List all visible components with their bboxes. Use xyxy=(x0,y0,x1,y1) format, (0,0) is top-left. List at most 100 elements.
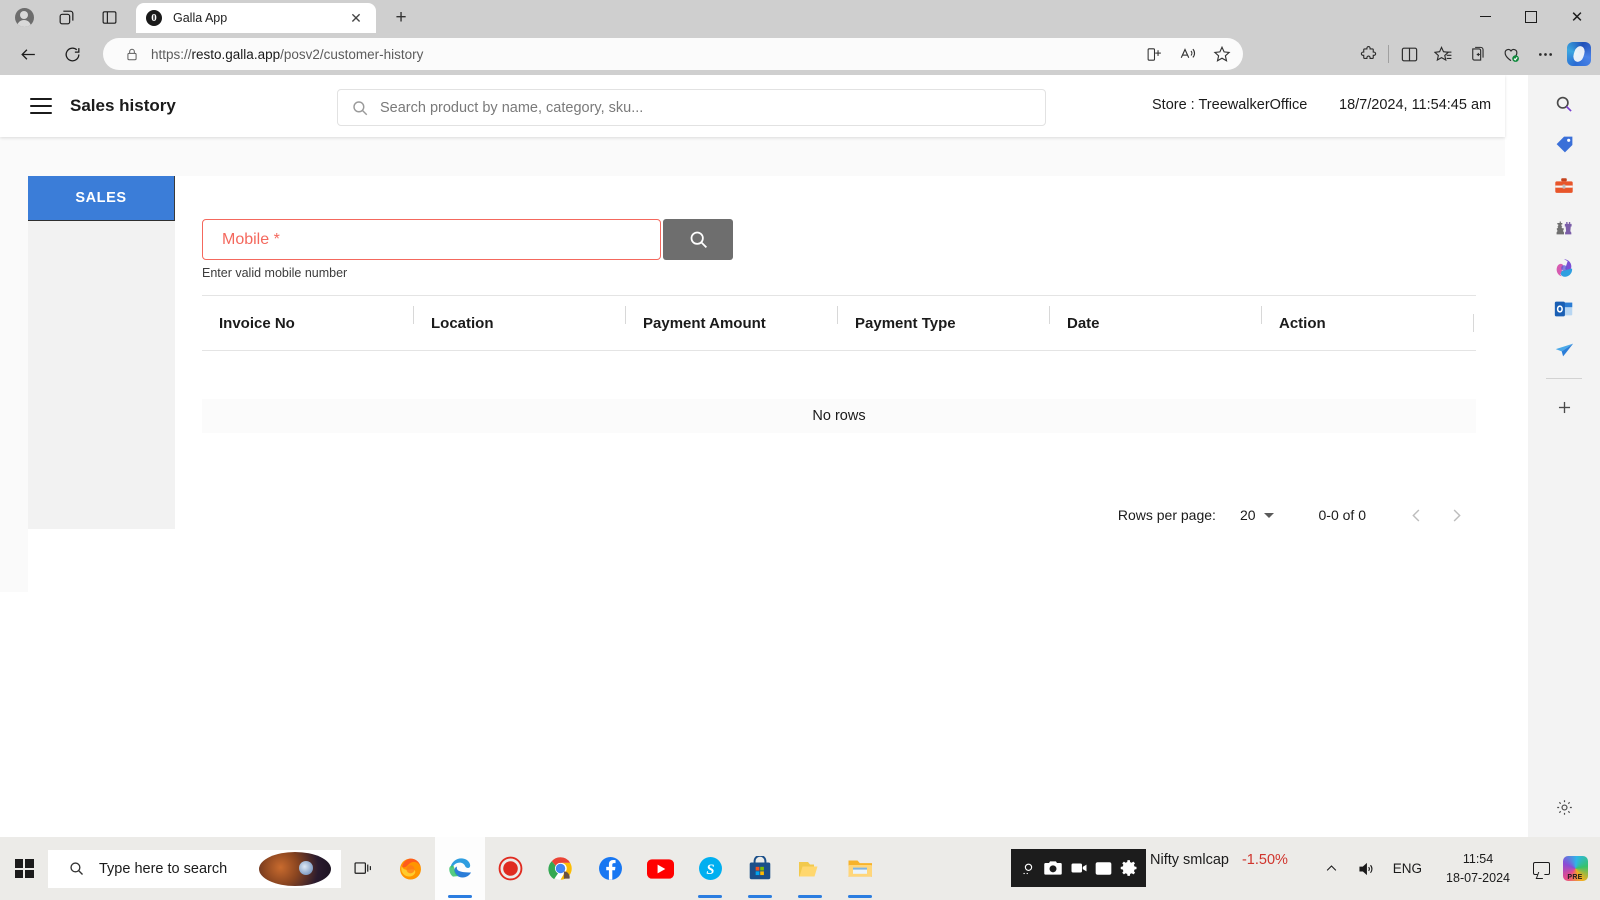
add-icon[interactable] xyxy=(1528,387,1600,428)
product-search-placeholder: Search product by name, category, sku... xyxy=(380,99,644,116)
taskbar-app-skype[interactable]: S xyxy=(685,837,735,900)
active-indicator xyxy=(798,895,822,898)
back-button[interactable] xyxy=(14,40,42,68)
search-icon xyxy=(351,99,369,117)
page-title: Sales history xyxy=(70,96,176,115)
browser-window: 0 Galla App ✕ + ✕ https://resto.galla.ap… xyxy=(0,0,1600,837)
search-icon[interactable] xyxy=(1528,83,1600,124)
clock-time: 11:54 xyxy=(1462,852,1494,867)
gear-icon[interactable] xyxy=(1118,855,1140,881)
split-screen-add-icon[interactable] xyxy=(1139,41,1169,67)
chevron-up-icon[interactable] xyxy=(1315,837,1349,900)
tab-search-icon[interactable] xyxy=(52,4,80,30)
new-tab-button[interactable]: + xyxy=(388,6,414,30)
ticker-change: -1.50% xyxy=(1241,852,1288,868)
collections-star-icon[interactable] xyxy=(1426,39,1460,69)
paper-plane-icon[interactable] xyxy=(1528,329,1600,370)
mobile-search-button[interactable] xyxy=(663,219,733,260)
address-bar[interactable]: https://resto.galla.app/posv2/customer-h… xyxy=(103,38,1243,70)
reload-button[interactable] xyxy=(58,40,86,68)
galla-favicon-icon: 0 xyxy=(146,10,162,26)
search-icon xyxy=(68,860,85,877)
mobile-input[interactable]: Mobile * xyxy=(202,219,661,260)
content-card: SALES Mobile * Enter valid mobile number xyxy=(28,176,1505,592)
taskbar-app-facebook[interactable] xyxy=(585,837,635,900)
previous-page-button[interactable] xyxy=(1396,495,1436,535)
screen-recorder-toolbar[interactable] xyxy=(1011,849,1146,887)
page-viewport: Sales history Search product by name, ca… xyxy=(0,75,1528,837)
tab-title: Galla App xyxy=(173,11,228,25)
taskbar-app-chrome[interactable] xyxy=(535,837,585,900)
settings-more-icon[interactable] xyxy=(1528,39,1562,69)
shopping-tag-icon[interactable] xyxy=(1528,124,1600,165)
column-header-invoice-no: Invoice No xyxy=(219,314,295,332)
main-panel: Mobile * Enter valid mobile number Invoi… xyxy=(175,176,1505,592)
sales-table: Invoice No Location Payment Amount Payme… xyxy=(202,295,1476,433)
browser-essentials-icon[interactable] xyxy=(1494,39,1528,69)
product-search-input[interactable]: Search product by name, category, sku... xyxy=(337,89,1046,126)
taskbar-search-input[interactable]: Type here to search xyxy=(48,849,341,888)
notification-icon[interactable] xyxy=(1524,837,1558,900)
taskbar-app-screen-recorder[interactable] xyxy=(485,837,535,900)
tools-toolbox-icon[interactable] xyxy=(1528,165,1600,206)
store-label: Store : TreewalkerOffice xyxy=(1152,97,1308,113)
extensions-icon[interactable] xyxy=(1351,39,1385,69)
taskbar-app-firefox[interactable] xyxy=(385,837,435,900)
table-header-row: Invoice No Location Payment Amount Payme… xyxy=(202,295,1476,351)
sidebar-item-sales[interactable]: SALES xyxy=(28,176,175,221)
window-controls: ✕ xyxy=(1462,0,1600,33)
taskbar-app-youtube[interactable] xyxy=(635,837,685,900)
copilot-badge: PRE xyxy=(1567,874,1583,881)
copilot-icon[interactable] xyxy=(1562,39,1596,69)
games-chess-icon[interactable] xyxy=(1528,206,1600,247)
taskbar-app-file-explorer[interactable] xyxy=(835,837,885,900)
table-empty-message: No rows xyxy=(202,399,1476,433)
video-icon[interactable] xyxy=(1067,855,1089,881)
read-aloud-icon[interactable] xyxy=(1173,41,1203,67)
folder-yellow-icon xyxy=(797,855,824,882)
screenshot-icon[interactable] xyxy=(1017,855,1039,881)
profile-avatar-icon[interactable] xyxy=(10,4,38,30)
clock[interactable]: 11:54 18-07-2024 xyxy=(1446,850,1510,886)
url-text: https://resto.galla.app/posv2/customer-h… xyxy=(151,46,424,62)
volume-icon[interactable] xyxy=(1349,837,1383,900)
taskbar-app-folder-yellow[interactable] xyxy=(785,837,835,900)
column-divider xyxy=(837,305,838,324)
column-header-location: Location xyxy=(413,305,626,332)
column-divider xyxy=(1261,305,1262,324)
stock-ticker[interactable]: Nifty smlcap -1.50% xyxy=(1150,852,1288,868)
column-divider xyxy=(1049,305,1050,324)
active-indicator xyxy=(848,895,872,898)
favorite-star-icon[interactable] xyxy=(1207,41,1237,67)
site-lock-icon xyxy=(117,47,147,62)
omnibox-actions xyxy=(1139,41,1237,67)
hamburger-menu-icon[interactable] xyxy=(30,98,52,114)
copilot-pre-icon[interactable]: PRE xyxy=(1558,837,1592,900)
language-indicator[interactable]: ENG xyxy=(1393,861,1422,876)
taskbar-search-placeholder: Type here to search xyxy=(99,860,228,877)
start-button[interactable] xyxy=(0,837,48,900)
skype-icon: S xyxy=(697,855,724,882)
chevron-down-icon[interactable] xyxy=(1263,512,1274,518)
outlook-icon[interactable] xyxy=(1528,288,1600,329)
vertical-tabs-icon[interactable] xyxy=(95,4,123,30)
task-view-icon[interactable] xyxy=(341,837,385,900)
column-divider xyxy=(1473,314,1474,332)
split-screen-icon[interactable] xyxy=(1392,39,1426,69)
taskbar-app-microsoft-store[interactable] xyxy=(735,837,785,900)
window-icon[interactable] xyxy=(1093,855,1115,881)
rows-per-page-select[interactable]: 20 xyxy=(1240,507,1256,523)
close-window-button[interactable]: ✕ xyxy=(1554,0,1600,33)
camera-icon[interactable] xyxy=(1042,855,1064,881)
browser-tab[interactable]: 0 Galla App ✕ xyxy=(136,3,376,33)
maximize-button[interactable] xyxy=(1508,0,1554,33)
next-page-button[interactable] xyxy=(1436,495,1476,535)
chrome-icon xyxy=(547,855,574,882)
add-to-collections-icon[interactable] xyxy=(1460,39,1494,69)
microsoft365-icon[interactable] xyxy=(1528,247,1600,288)
minimize-button[interactable] xyxy=(1462,0,1508,33)
close-tab-icon[interactable]: ✕ xyxy=(346,8,366,28)
taskbar-app-edge[interactable] xyxy=(435,837,485,900)
search-highlight-image xyxy=(259,851,331,886)
settings-gear-icon[interactable] xyxy=(1528,787,1600,827)
